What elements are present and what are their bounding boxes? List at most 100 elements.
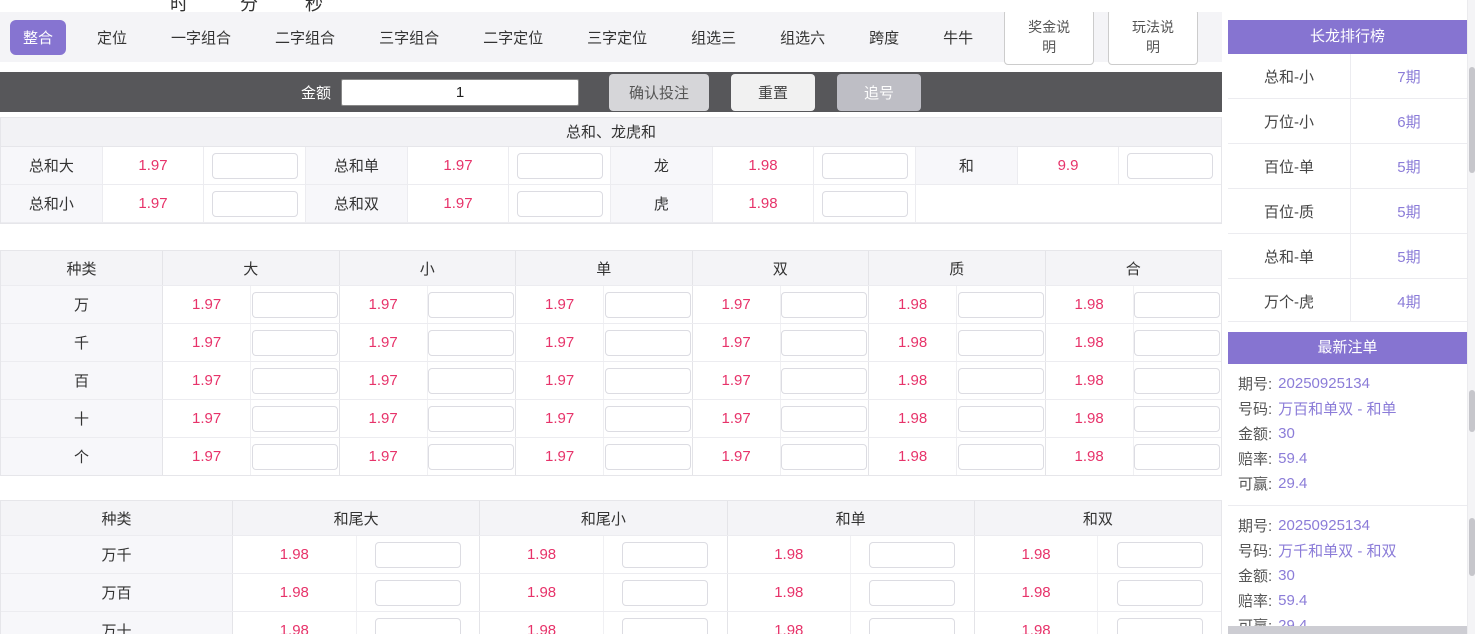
bet-amount-input[interactable] [212, 191, 298, 217]
bet-amount-input[interactable] [781, 368, 867, 394]
scrollbar-thumb[interactable] [1469, 390, 1475, 432]
bet-amount-input[interactable] [252, 292, 338, 318]
scrollbar-thumb[interactable] [1469, 518, 1475, 576]
tab-item[interactable]: 组选三 [678, 20, 749, 55]
bet-amount-input[interactable] [958, 368, 1044, 394]
bet-amount-input[interactable] [622, 580, 708, 606]
reset-button[interactable]: 重置 [731, 74, 815, 111]
bet-amount-input[interactable] [428, 292, 514, 318]
bet-amount-input[interactable] [252, 330, 338, 356]
odds-group: 1.98 [233, 612, 480, 634]
bet-amount-input[interactable] [428, 406, 514, 432]
confirm-bet-button[interactable]: 确认投注 [609, 74, 709, 111]
tab-item[interactable]: 牛牛 [930, 20, 986, 55]
chase-number-button[interactable]: 追号 [837, 74, 921, 111]
bet-amount-input[interactable] [1134, 368, 1220, 394]
bet-amount-input[interactable] [1117, 618, 1203, 634]
bet-amount-input[interactable] [958, 330, 1044, 356]
bet-amount-input[interactable] [958, 444, 1044, 470]
bet-amount-input[interactable] [428, 368, 514, 394]
bet-amount-input[interactable] [605, 406, 691, 432]
bet-amount-input[interactable] [428, 330, 514, 356]
table-row: 千1.971.971.971.971.981.98 [1, 323, 1221, 361]
bet-amount-input[interactable] [781, 292, 867, 318]
bet-option-label: 总和双 [306, 185, 408, 223]
bet-amount-input[interactable] [375, 618, 461, 634]
odds-value: 1.97 [516, 438, 604, 475]
bet-amount-input[interactable] [1117, 580, 1203, 606]
help-button[interactable]: 奖金说明 [1004, 9, 1094, 65]
bet-amount-input[interactable] [1134, 292, 1220, 318]
table-header-row: 种类和尾大和尾小和单和双 [1, 501, 1221, 535]
help-button[interactable]: 玩法说明 [1108, 9, 1198, 65]
bet-amount-input[interactable] [781, 330, 867, 356]
bet-amount-input[interactable] [605, 444, 691, 470]
bet-amount-input[interactable] [605, 292, 691, 318]
row-label: 个 [1, 438, 163, 475]
bet-amount-input[interactable] [1127, 153, 1213, 179]
bet-amount-input[interactable] [428, 444, 514, 470]
amount-input[interactable] [341, 79, 579, 106]
bet-amount-input[interactable] [375, 542, 461, 568]
bet-input-cell [251, 286, 338, 323]
odds-group: 1.97 [693, 438, 870, 475]
bet-input-cell [509, 147, 611, 185]
bet-amount-input[interactable] [1134, 330, 1220, 356]
bet-amount-input[interactable] [958, 406, 1044, 432]
bet-input-cell [604, 438, 691, 475]
bet-amount-input[interactable] [958, 292, 1044, 318]
bet-amount-input[interactable] [252, 368, 338, 394]
table-row: 十1.971.971.971.971.981.98 [1, 399, 1221, 437]
tab-item[interactable]: 三字组合 [366, 20, 452, 55]
ranking-panel-title: 长龙排行榜 [1228, 20, 1467, 54]
odds-group: 1.98 [480, 574, 727, 611]
bet-amount-input[interactable] [781, 444, 867, 470]
amount-label: 金额 [301, 82, 331, 103]
dragon-ranking-panel: 长龙排行榜 总和-小7期万位-小6期百位-单5期百位-质5期总和-单5期万个-虎… [1228, 20, 1467, 322]
bet-amount-input[interactable] [622, 542, 708, 568]
tab-item[interactable]: 组选六 [767, 20, 838, 55]
tab-item[interactable]: 二字组合 [262, 20, 348, 55]
bet-field: 号码:万百和单双 - 和单 [1238, 396, 1457, 421]
tab-item[interactable]: 跨度 [856, 20, 912, 55]
bet-amount-input[interactable] [869, 618, 955, 634]
bet-amount-input[interactable] [822, 191, 908, 217]
scrollbar-thumb[interactable] [1469, 67, 1475, 173]
bet-amount-input[interactable] [252, 406, 338, 432]
bet-amount-input[interactable] [1134, 406, 1220, 432]
bet-amount-input[interactable] [517, 191, 603, 217]
section-title: 总和、龙虎和 [1, 117, 1221, 147]
bet-input-cell [357, 612, 480, 634]
bet-amount-input[interactable] [1117, 542, 1203, 568]
tab-item[interactable]: 定位 [84, 20, 140, 55]
bet-field-label: 可赢: [1238, 473, 1272, 494]
bet-amount-input[interactable] [869, 542, 955, 568]
tab-item[interactable]: 整合 [10, 20, 66, 55]
column-header: 和双 [975, 501, 1221, 535]
bet-amount-input[interactable] [1134, 444, 1220, 470]
tab-item[interactable]: 一字组合 [158, 20, 244, 55]
bet-amount-input[interactable] [517, 153, 603, 179]
bet-amount-input[interactable] [212, 153, 298, 179]
odds-value: 1.98 [728, 536, 852, 573]
bet-amount-input[interactable] [781, 406, 867, 432]
sum-tail-odds-table: 种类和尾大和尾小和单和双万千1.981.981.981.98万百1.981.98… [0, 500, 1222, 634]
ranking-row: 万位-小6期 [1228, 99, 1467, 144]
bet-amount-input[interactable] [622, 618, 708, 634]
bet-amount-input[interactable] [605, 368, 691, 394]
odds-value: 1.97 [163, 362, 251, 399]
tab-item[interactable]: 二字定位 [470, 20, 556, 55]
column-header: 种类 [1, 501, 233, 535]
bet-amount-input[interactable] [869, 580, 955, 606]
odds-group: 1.98 [1046, 324, 1222, 361]
bet-amount-input[interactable] [822, 153, 908, 179]
odds-group: 1.98 [975, 536, 1221, 573]
odds-group: 1.98 [1046, 400, 1222, 437]
table-row: 万千1.981.981.981.98 [1, 535, 1221, 573]
row-label: 百 [1, 362, 163, 399]
odds-value: 1.97 [516, 324, 604, 361]
bet-amount-input[interactable] [605, 330, 691, 356]
bet-amount-input[interactable] [375, 580, 461, 606]
tab-item[interactable]: 三字定位 [574, 20, 660, 55]
bet-amount-input[interactable] [252, 444, 338, 470]
